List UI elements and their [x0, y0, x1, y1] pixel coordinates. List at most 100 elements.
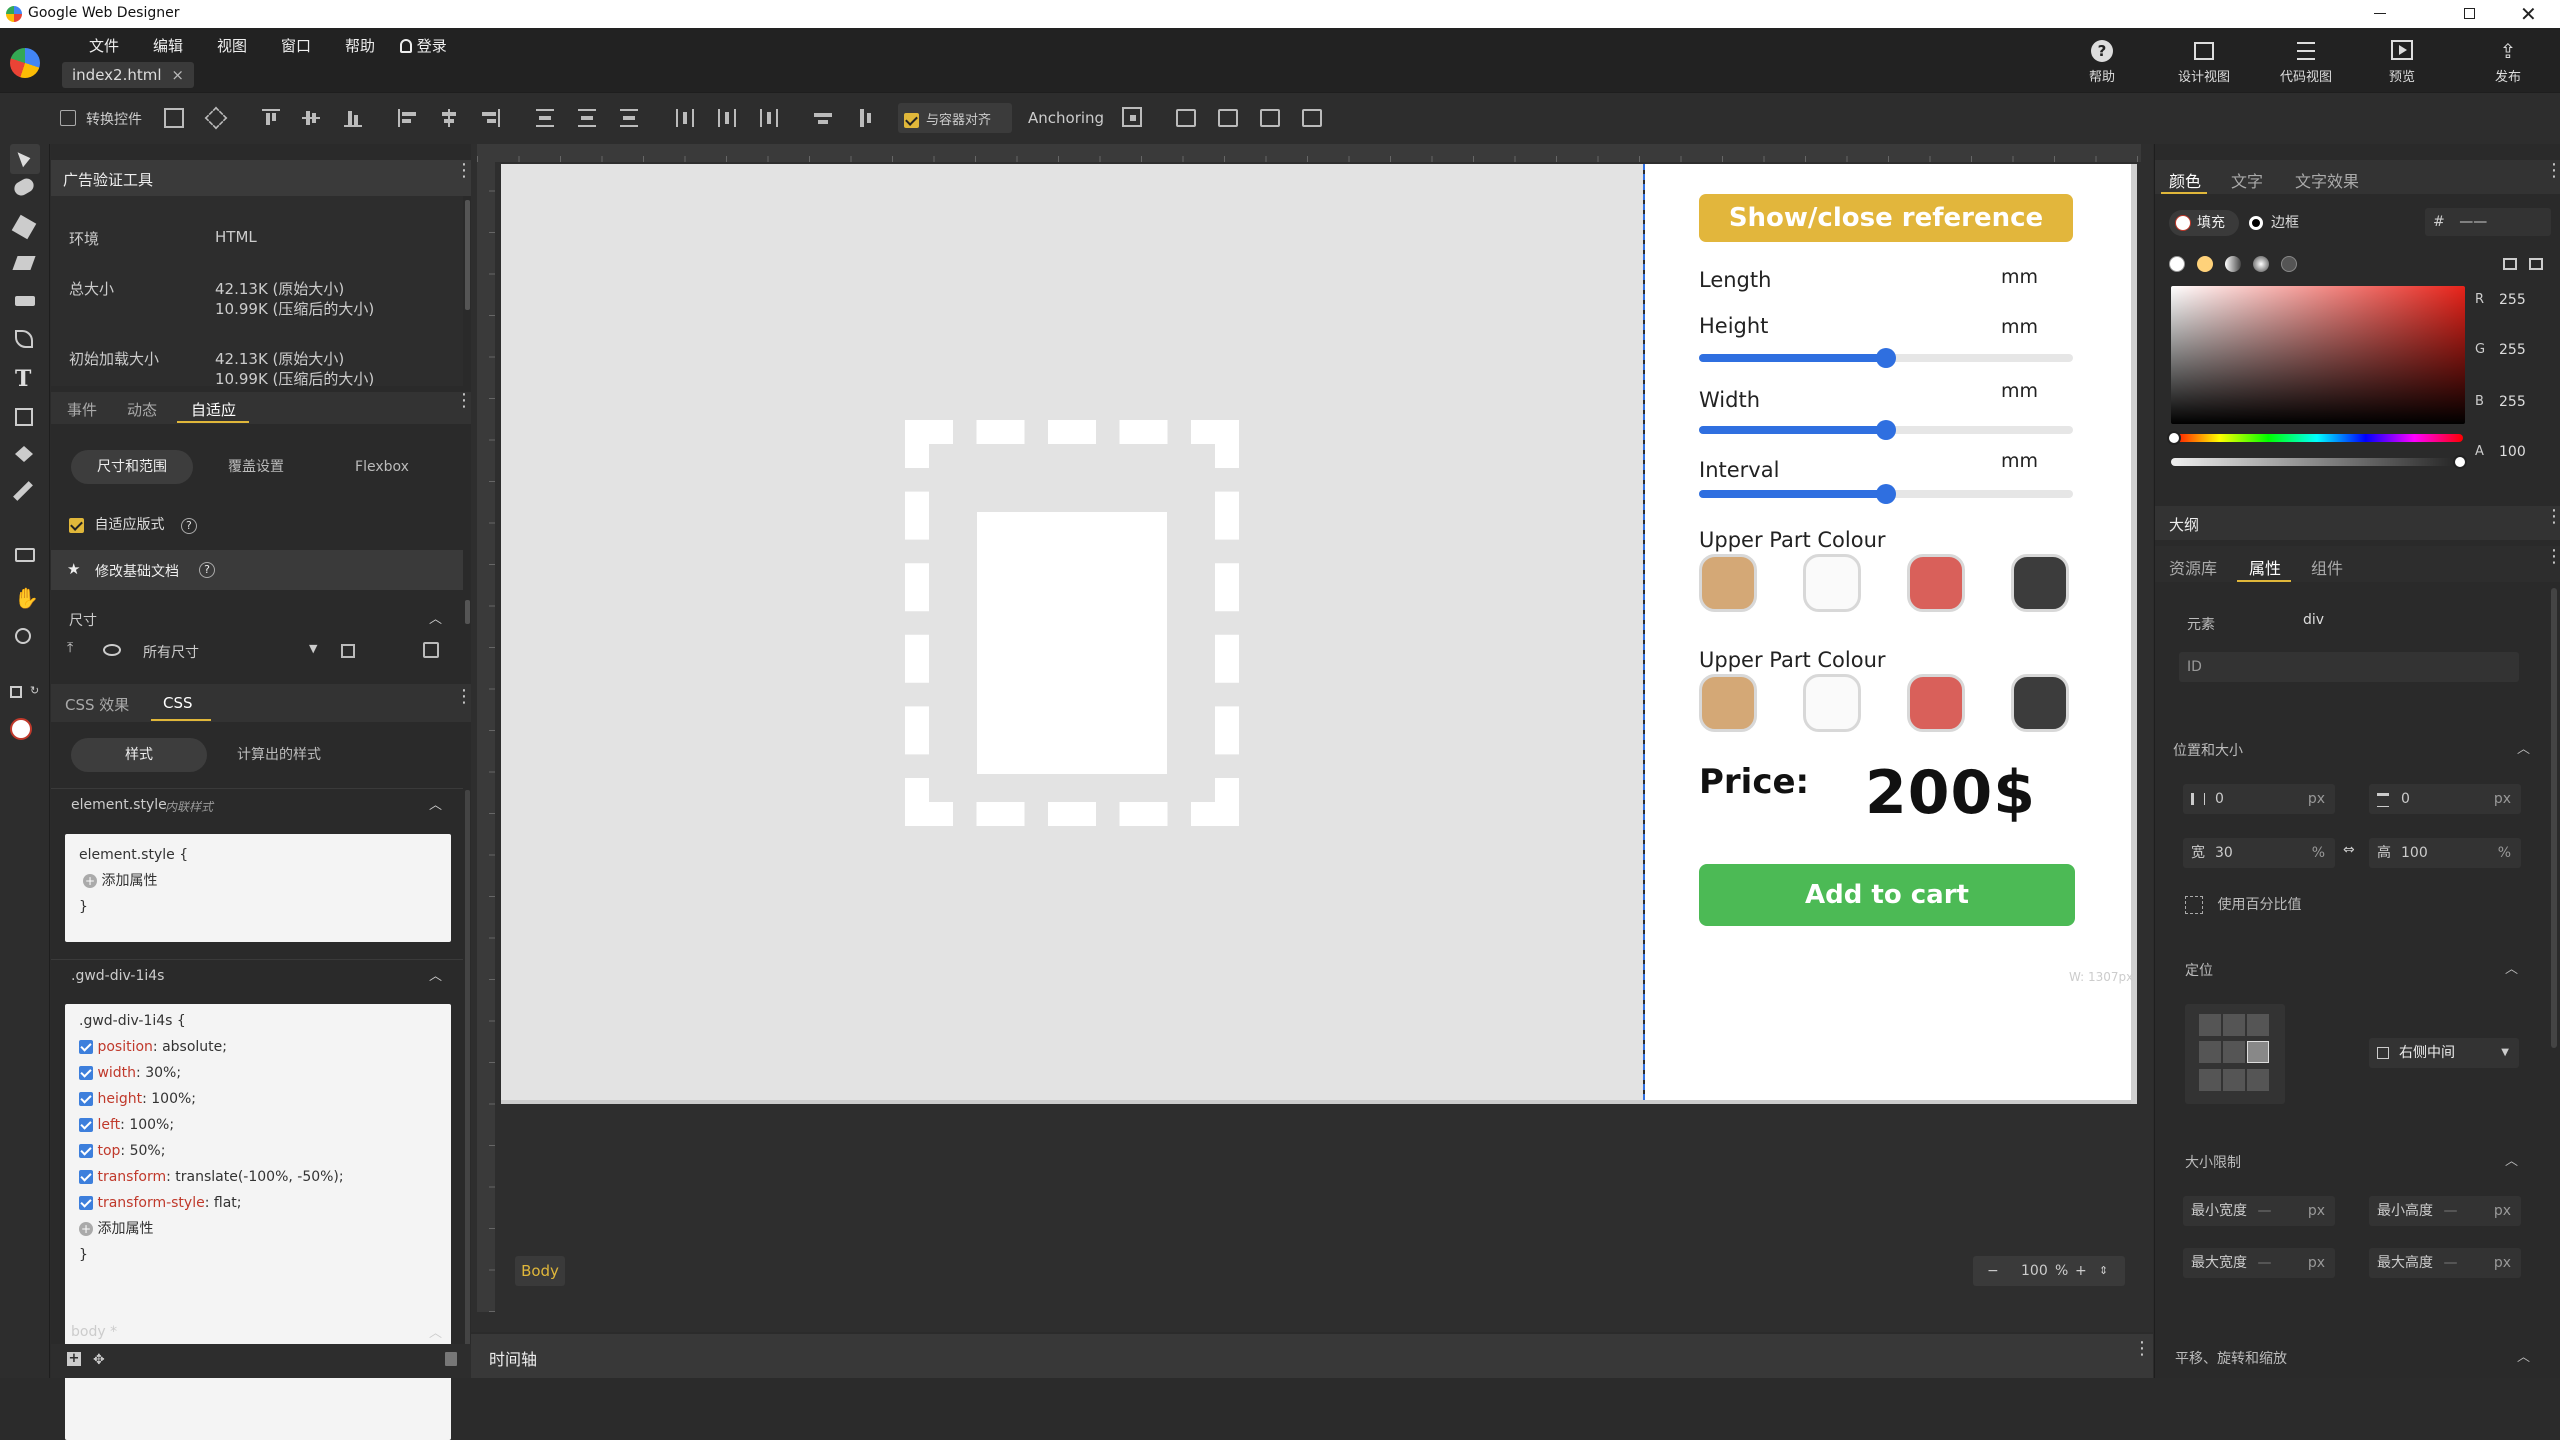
- panel-menu-icon[interactable]: ⋮: [2545, 548, 2560, 566]
- help-circle-icon[interactable]: ?: [199, 562, 215, 578]
- alpha-slider[interactable]: [2171, 458, 2463, 466]
- eye-icon[interactable]: [103, 644, 121, 656]
- chevron-up-icon[interactable]: ︿: [429, 1322, 442, 1341]
- subtab-size-range[interactable]: 尺寸和范围: [71, 450, 193, 484]
- menu-edit[interactable]: 编辑: [136, 32, 200, 60]
- swatch-white[interactable]: [1803, 554, 1861, 612]
- panel-menu-icon[interactable]: ⋮: [2545, 508, 2560, 526]
- swatch-red[interactable]: [1907, 674, 1965, 732]
- prop-value[interactable]: 100%;: [129, 1117, 174, 1133]
- min-height-input[interactable]: 最小高度 — px: [2369, 1196, 2521, 1226]
- width-slider[interactable]: [1699, 420, 2073, 440]
- distribute-center-icon[interactable]: [718, 109, 736, 127]
- align-bottom-icon[interactable]: [344, 109, 362, 127]
- min-width-input[interactable]: 最小宽度 — px: [2183, 1196, 2335, 1226]
- fill-tool-icon[interactable]: [15, 446, 33, 462]
- hue-slider[interactable]: [2171, 434, 2463, 442]
- swap-colors-icon[interactable]: ↻: [30, 684, 39, 697]
- panel-menu-icon[interactable]: ⋮: [2133, 1340, 2151, 1358]
- swatch-tan[interactable]: [1699, 554, 1757, 612]
- help-button[interactable]: ? 帮助: [2078, 40, 2126, 85]
- anchor-cell[interactable]: [2223, 1014, 2245, 1036]
- prop-checkbox[interactable]: [79, 1040, 93, 1054]
- swatch-library-icon[interactable]: [2281, 256, 2297, 272]
- shape-tool-icon[interactable]: [15, 408, 33, 426]
- 3d-translation-tool-icon[interactable]: [12, 256, 36, 270]
- anchor-cell[interactable]: [2199, 1041, 2221, 1064]
- prop-value[interactable]: 30%;: [145, 1065, 181, 1081]
- device-icon[interactable]: [423, 642, 439, 658]
- chevron-up-icon[interactable]: ︿: [2517, 738, 2530, 757]
- class-style-header[interactable]: .gwd-div-1i4s ︿: [51, 959, 463, 989]
- maximize-icon[interactable]: [2464, 8, 2475, 19]
- transform-section-header[interactable]: 平移、旋转和缩放 ︿: [2155, 1344, 2545, 1368]
- distribute-right-icon[interactable]: [760, 109, 778, 127]
- positioning-header[interactable]: 定位 ︿: [2155, 956, 2545, 980]
- stage[interactable]: [501, 164, 2135, 1104]
- chevron-up-icon[interactable]: ︿: [2505, 1150, 2518, 1169]
- subtab-styles[interactable]: 样式: [71, 738, 207, 772]
- code-view-button[interactable]: 代码视图: [2270, 40, 2342, 85]
- anchor-cell[interactable]: [2199, 1014, 2221, 1036]
- help-circle-icon[interactable]: ?: [180, 518, 197, 534]
- chevron-up-icon[interactable]: ︿: [429, 608, 442, 627]
- solid-color-icon[interactable]: [2197, 256, 2213, 272]
- align-right-icon[interactable]: [482, 109, 500, 127]
- width-slider-knob[interactable]: [1876, 420, 1896, 440]
- size-section-header[interactable]: 尺寸 ︿: [51, 606, 463, 632]
- height-slider-knob[interactable]: [1876, 348, 1896, 368]
- panel-menu-icon[interactable]: ⋮: [2545, 162, 2560, 180]
- align-top-icon[interactable]: [262, 109, 280, 127]
- component-icon-2[interactable]: [1218, 109, 1238, 127]
- use-percent-row[interactable]: 使用百分比值: [2185, 894, 2301, 914]
- component-icon-1[interactable]: [1176, 109, 1196, 127]
- anchor-cell[interactable]: [2247, 1014, 2269, 1036]
- pen-tool-icon[interactable]: [15, 330, 33, 348]
- tab-css[interactable]: CSS: [163, 694, 193, 712]
- subtab-overrides[interactable]: 覆盖设置: [195, 450, 317, 484]
- align-to-container-toggle[interactable]: 与容器对齐: [898, 103, 1012, 133]
- add-rule-icon[interactable]: +: [67, 1352, 81, 1366]
- component-icon-4[interactable]: [1302, 109, 1322, 127]
- text-tool-icon[interactable]: T: [15, 366, 31, 392]
- tab-properties[interactable]: 属性: [2249, 555, 2281, 579]
- position-select[interactable]: 右侧中间 ▼: [2369, 1038, 2519, 1068]
- no-color-icon[interactable]: [2169, 256, 2185, 272]
- tab-components[interactable]: 组件: [2311, 555, 2343, 579]
- prop-checkbox[interactable]: [79, 1066, 93, 1080]
- max-width-input[interactable]: 最大宽度 — px: [2183, 1248, 2335, 1278]
- hex-input[interactable]: # ——: [2425, 208, 2551, 236]
- align-middle-icon[interactable]: [302, 109, 320, 127]
- responsive-scrollbar[interactable]: [465, 600, 470, 624]
- fill-color-icon[interactable]: [10, 718, 32, 740]
- b-value[interactable]: 255: [2499, 394, 2526, 410]
- tab-animation[interactable]: 动态: [127, 399, 157, 420]
- y-input[interactable]: 0 px: [2369, 784, 2521, 814]
- swatch-tan[interactable]: [1699, 674, 1757, 732]
- interval-slider-knob[interactable]: [1876, 484, 1896, 504]
- distribute-middle-icon[interactable]: [578, 109, 596, 127]
- body-style-header[interactable]: body * ︿: [51, 1320, 463, 1344]
- copy-color-icon[interactable]: [2503, 258, 2517, 270]
- minimize-icon[interactable]: [2374, 13, 2386, 14]
- paste-color-icon[interactable]: [2529, 258, 2543, 270]
- x-input[interactable]: 0 px: [2183, 784, 2335, 814]
- css-prop-transform[interactable]: transform: translate(-100%, -50%);: [79, 1164, 437, 1190]
- anchoring-icon[interactable]: [1122, 107, 1142, 127]
- login-button[interactable]: 登录: [400, 32, 447, 60]
- product-panel[interactable]: [1645, 164, 2135, 1100]
- prop-value[interactable]: flat;: [214, 1195, 242, 1211]
- add-property-row[interactable]: + 添加属性: [79, 868, 437, 894]
- responsive-layout-checkbox[interactable]: [69, 517, 84, 533]
- close-window-icon[interactable]: ✕: [2520, 2, 2537, 26]
- prop-checkbox[interactable]: [79, 1118, 93, 1132]
- add-to-cart-button[interactable]: Add to cart: [1699, 864, 2075, 926]
- anchor-cell[interactable]: [2199, 1068, 2221, 1091]
- bounding-box-icon[interactable]: [164, 108, 184, 128]
- height-slider[interactable]: [1699, 348, 2073, 368]
- tab-color[interactable]: 颜色: [2169, 168, 2201, 192]
- zoom-tool-icon[interactable]: [15, 628, 31, 644]
- width-input[interactable]: 宽 30 %: [2183, 838, 2335, 868]
- prop-checkbox[interactable]: [79, 1170, 93, 1184]
- subtab-computed[interactable]: 计算出的样式: [211, 738, 347, 772]
